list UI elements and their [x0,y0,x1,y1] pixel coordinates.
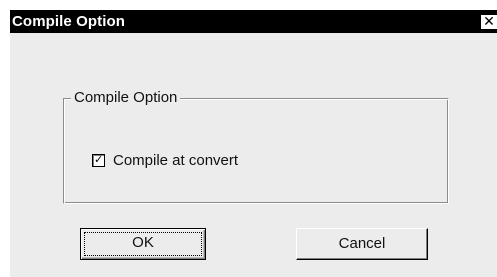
groupbox-label: Compile Option [71,89,181,106]
ok-button[interactable]: OK [80,228,206,260]
window-title: Compile Option [12,13,126,30]
compile-option-groupbox [63,98,449,204]
compile-at-convert-checkbox[interactable]: ✓ [92,153,105,167]
checkmark-icon: ✓ [94,153,104,166]
cancel-button[interactable]: Cancel [296,228,428,260]
compile-at-convert-label[interactable]: Compile at convert [113,152,238,169]
title-bar[interactable]: Compile Option ✕ [10,10,497,33]
compile-option-dialog: Compile Option ✕ Compile Option ✓ Compil… [10,10,497,277]
close-icon[interactable]: ✕ [481,15,497,29]
ok-button-label: OK [132,234,154,251]
